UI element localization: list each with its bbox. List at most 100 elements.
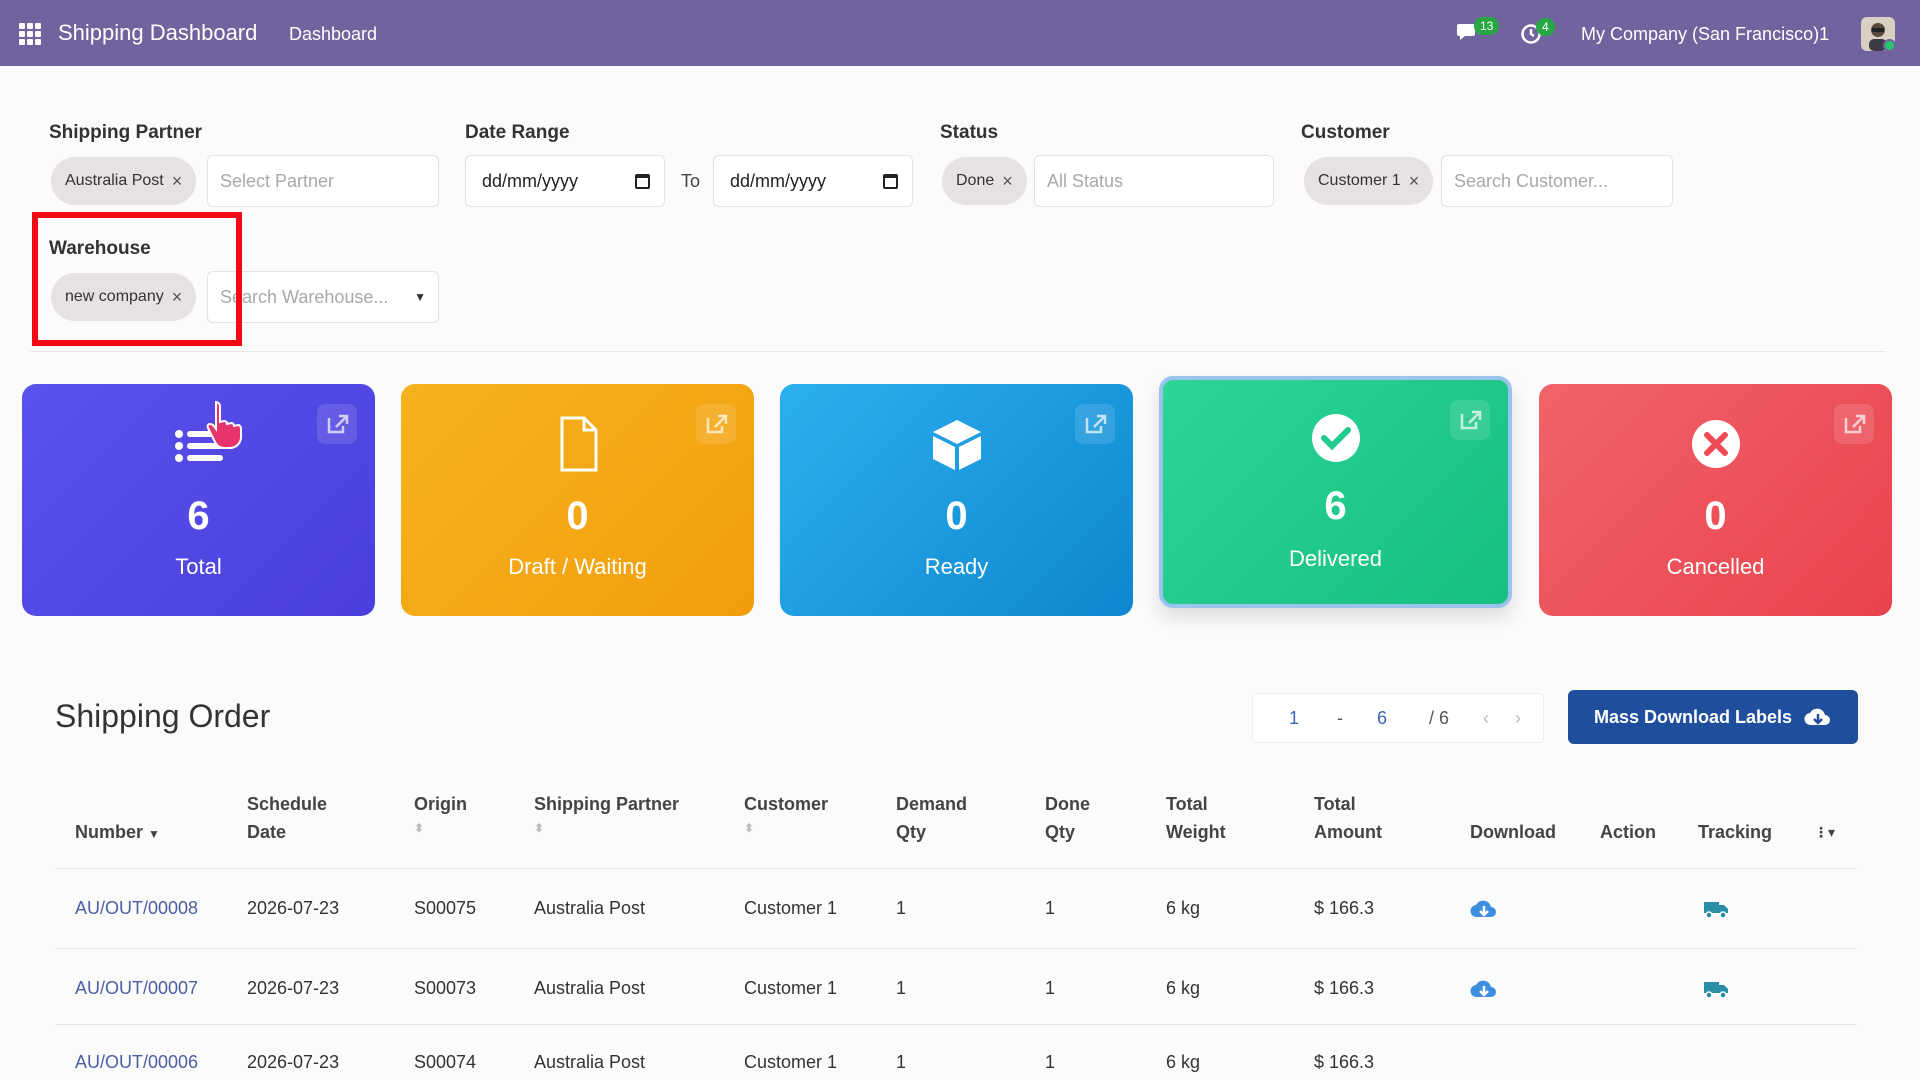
col-total-amount[interactable]: Total Amount — [1314, 790, 1382, 846]
date-to-input[interactable]: dd/mm/yyyy — [713, 155, 913, 207]
customer-chip: Customer 1 × — [1304, 157, 1434, 205]
card-cancelled[interactable]: 0 Cancelled — [1539, 384, 1892, 616]
chevron-down-icon[interactable]: ▼ — [414, 290, 426, 304]
col-done-qty[interactable]: Done Qty — [1045, 790, 1090, 846]
external-link-icon[interactable] — [317, 404, 357, 444]
mass-download-labels-button[interactable]: Mass Download Labels — [1568, 690, 1858, 744]
activity-clock-icon[interactable]: 4 — [1520, 18, 1555, 47]
card-cancelled-value: 0 — [1704, 494, 1727, 538]
card-total-label: Total — [175, 554, 222, 579]
company-switcher[interactable]: My Company (San Francisco)1 — [1581, 24, 1829, 45]
remove-customer-icon[interactable]: × — [1409, 171, 1420, 192]
remove-partner-icon[interactable]: × — [172, 171, 183, 192]
calendar-icon[interactable] — [883, 173, 898, 189]
chevron-right-icon[interactable]: › — [1515, 708, 1521, 729]
external-link-icon[interactable] — [1450, 400, 1490, 440]
pager-start[interactable]: 1 — [1289, 708, 1299, 729]
date-range-label: Date Range — [465, 122, 570, 143]
box-icon — [927, 414, 987, 474]
row-date: 2026-07-23 — [247, 1052, 340, 1072]
cloud-download-icon[interactable] — [1470, 898, 1498, 925]
row-weight: 6 kg — [1166, 978, 1201, 998]
shipping-partner-chip: Australia Post × — [51, 157, 197, 205]
shipping-partner-label: Shipping Partner — [49, 122, 203, 143]
date-to-label: To — [681, 171, 701, 191]
row-divider — [55, 1024, 1857, 1025]
pager-end[interactable]: 6 — [1377, 708, 1387, 729]
sort-icon: ⬍ — [534, 821, 545, 835]
row-date: 2026-07-23 — [247, 898, 340, 918]
external-link-icon[interactable] — [1834, 404, 1874, 444]
row-done: 1 — [1045, 978, 1056, 998]
card-total[interactable]: 6 Total — [22, 384, 375, 616]
card-cancelled-label: Cancelled — [1666, 554, 1765, 579]
row-partner: Australia Post — [534, 978, 646, 998]
calendar-icon[interactable] — [635, 173, 650, 189]
date-from-value: dd/mm/yyyy — [482, 170, 579, 191]
pager: 1 - 6 / 6 ‹ › — [1252, 693, 1544, 743]
app-title[interactable]: Shipping Dashboard — [58, 20, 257, 46]
external-link-icon[interactable] — [1075, 404, 1115, 444]
col-number[interactable]: Number ▼ — [75, 818, 160, 848]
user-avatar[interactable] — [1861, 17, 1895, 51]
col-demand-qty[interactable]: Demand Qty — [896, 790, 967, 846]
col-schedule-date[interactable]: Schedule Date — [247, 790, 327, 846]
online-status-dot — [1883, 39, 1895, 51]
col-customer[interactable]: Customer ⬍ — [744, 790, 828, 838]
status-select-input[interactable]: All Status — [1034, 155, 1274, 207]
status-label: Status — [940, 122, 999, 143]
row-origin: S00074 — [414, 1052, 477, 1072]
highlight-box — [32, 212, 242, 346]
card-ready[interactable]: 0 Ready — [780, 384, 1133, 616]
card-draft-waiting[interactable]: 0 Draft / Waiting — [401, 384, 754, 616]
row-number-link[interactable]: AU/OUT/00007 — [75, 978, 198, 999]
row-customer: Customer 1 — [744, 898, 838, 918]
row-origin: S00073 — [414, 978, 477, 998]
date-from-input[interactable]: dd/mm/yyyy — [465, 155, 665, 207]
card-ready-label: Ready — [924, 554, 989, 579]
sort-desc-icon: ▼ — [148, 827, 160, 841]
col-total-weight[interactable]: Total Weight — [1166, 790, 1226, 846]
card-delivered-value: 6 — [1324, 484, 1347, 528]
remove-status-icon[interactable]: × — [1002, 171, 1013, 192]
col-shipping-partner[interactable]: Shipping Partner ⬍ — [534, 790, 679, 838]
truck-icon[interactable] — [1703, 899, 1729, 924]
sort-icon: ⬍ — [744, 821, 755, 835]
row-divider — [55, 948, 1857, 949]
row-done: 1 — [1045, 1052, 1056, 1072]
row-demand: 1 — [896, 978, 907, 998]
apps-grid-icon[interactable] — [19, 23, 41, 45]
messages-icon[interactable]: 13 — [1456, 17, 1500, 46]
section-title: Shipping Order — [55, 698, 271, 734]
menu-dashboard[interactable]: Dashboard — [289, 24, 377, 45]
row-demand: 1 — [896, 898, 907, 918]
truck-icon[interactable] — [1703, 979, 1729, 1004]
card-draft-label: Draft / Waiting — [508, 554, 647, 579]
mass-download-label: Mass Download Labels — [1593, 706, 1793, 727]
check-circle-icon — [1306, 408, 1366, 468]
cloud-download-icon[interactable] — [1470, 978, 1498, 1005]
column-options-icon[interactable]: ⋮▾ — [1814, 818, 1835, 846]
col-origin[interactable]: Origin ⬍ — [414, 790, 467, 838]
section-divider — [30, 351, 1886, 352]
row-weight: 6 kg — [1166, 898, 1201, 918]
row-amount: $ 166.3 — [1314, 978, 1375, 998]
partner-select-input[interactable]: Select Partner — [207, 155, 439, 207]
card-draft-value: 0 — [566, 494, 589, 538]
messages-badge: 13 — [1474, 17, 1500, 35]
card-total-value: 6 — [187, 494, 210, 538]
col-tracking: Tracking — [1698, 822, 1773, 842]
x-circle-icon — [1686, 414, 1746, 474]
row-partner: Australia Post — [534, 1052, 646, 1072]
row-number-link[interactable]: AU/OUT/00008 — [75, 898, 198, 919]
chevron-left-icon[interactable]: ‹ — [1483, 708, 1489, 729]
row-amount: $ 166.3 — [1314, 1052, 1375, 1072]
customer-search-input[interactable]: Search Customer... — [1441, 155, 1673, 207]
row-number-link[interactable]: AU/OUT/00006 — [75, 1052, 198, 1073]
col-action: Action — [1600, 822, 1656, 842]
external-link-icon[interactable] — [696, 404, 736, 444]
row-done: 1 — [1045, 898, 1056, 918]
row-date: 2026-07-23 — [247, 978, 340, 998]
card-delivered[interactable]: 6 Delivered — [1159, 376, 1512, 608]
pager-separator: - — [1337, 708, 1343, 728]
